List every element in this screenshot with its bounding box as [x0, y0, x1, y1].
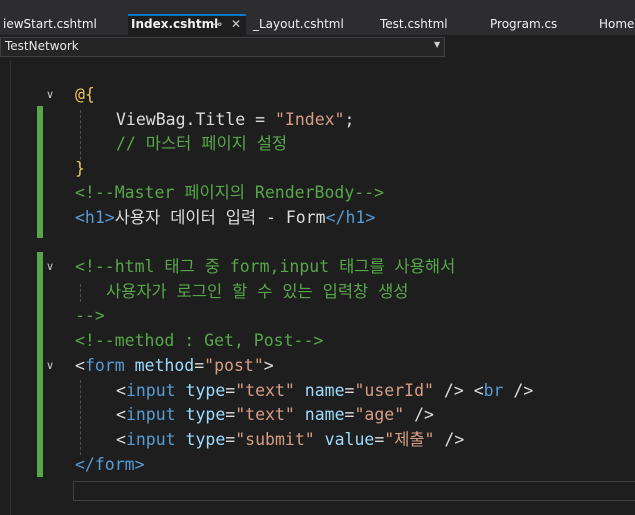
code-line: @{ — [75, 85, 95, 104]
fold-toggle-icon[interactable]: ∨ — [46, 88, 54, 101]
code-line: ViewBag.Title = "Index"; — [116, 110, 355, 129]
code-line: <!--method : Get, Post--> — [75, 331, 324, 350]
active-tab-indicator — [128, 14, 246, 16]
tab-index-active[interactable]: Index.cshtml ⊸ ✕ — [128, 14, 246, 35]
code-line: <input type="text" name="userId" /> <br … — [116, 381, 534, 400]
tab-label: _Layout.cshtml — [253, 17, 344, 31]
current-line-highlight[interactable] — [73, 481, 635, 501]
tab-viewstart[interactable]: iewStart.cshtml — [0, 14, 125, 35]
tab-label: Index.cshtml — [131, 17, 219, 31]
tab-homecontroller[interactable]: HomeC — [596, 14, 635, 35]
fold-toggle-icon[interactable]: ∨ — [46, 260, 54, 273]
document-tab-bar: iewStart.cshtml Index.cshtml ⊸ ✕ _Layout… — [0, 0, 635, 35]
tab-label: iewStart.cshtml — [3, 17, 97, 31]
tab-test[interactable]: Test.cshtml — [377, 14, 483, 35]
tab-program[interactable]: Program.cs — [487, 14, 593, 35]
tab-label: HomeC — [599, 17, 635, 31]
code-line: <!--html 태그 중 form,input 태그를 사용해서 — [75, 257, 456, 276]
code-line: --> — [75, 306, 105, 325]
tab-label: Program.cs — [490, 17, 558, 31]
code-line: // 마스터 페이지 설정 — [116, 134, 288, 153]
code-editor[interactable]: ∨ ∨ ∨ @{ ViewBag.Title = "Index"; // 마스터… — [0, 60, 635, 515]
tab-layout[interactable]: _Layout.cshtml — [250, 14, 372, 35]
margin-line — [10, 60, 11, 515]
code-line: <h1>사용자 데이터 입력 - Form</h1> — [75, 208, 376, 227]
close-icon[interactable]: ✕ — [231, 14, 241, 35]
code-line: <!--Master 페이지의 RenderBody--> — [75, 183, 385, 202]
pin-icon[interactable]: ⊸ — [212, 14, 222, 35]
code-line: 사용자가 로그인 할 수 있는 입력창 생성 — [106, 282, 409, 301]
code-line: <input type="text" name="age" /> — [116, 405, 434, 424]
indent-guide — [80, 284, 81, 302]
code-line: </form> — [75, 455, 145, 474]
tab-label: Test.cshtml — [380, 17, 448, 31]
change-indicator — [37, 252, 43, 477]
code-line: <input type="submit" value="제출" /> — [116, 430, 465, 449]
fold-toggle-icon[interactable]: ∨ — [46, 359, 54, 372]
indent-guide — [80, 380, 81, 455]
project-name: TestNetwork — [5, 39, 79, 53]
code-line: } — [75, 159, 85, 178]
change-indicator — [37, 106, 43, 238]
chevron-down-icon[interactable]: ▼ — [434, 40, 440, 49]
code-line: <form method="post"> — [75, 356, 274, 375]
project-navigation-dropdown[interactable]: TestNetwork ▼ — [0, 37, 445, 57]
